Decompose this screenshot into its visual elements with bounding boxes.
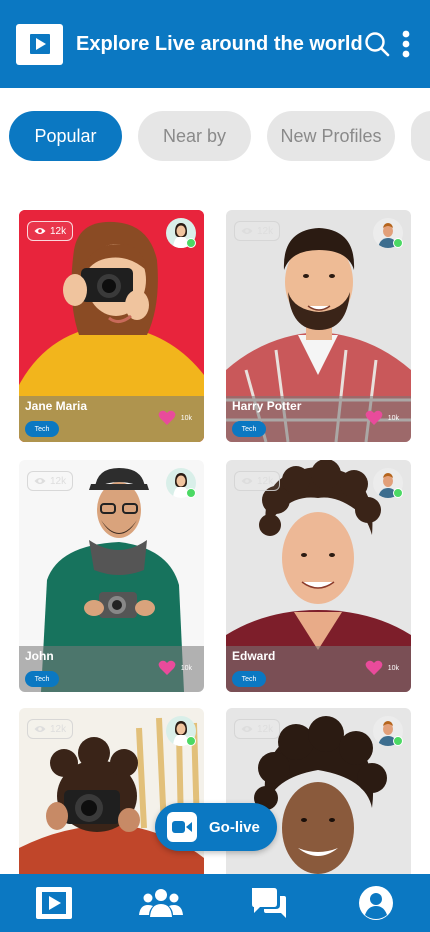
streamer-name: Edward — [232, 649, 276, 663]
eye-icon — [241, 726, 253, 732]
views-badge: 12k — [27, 719, 74, 739]
views-count: 12k — [50, 475, 67, 487]
online-indicator — [186, 238, 196, 248]
go-live-button[interactable]: Go-live — [155, 803, 277, 851]
streamer-name: John — [25, 649, 54, 663]
chip-popular[interactable]: Popular — [9, 111, 122, 161]
views-count: 12k — [257, 475, 274, 487]
bottom-navigation — [0, 874, 430, 932]
nav-chat-bubbles-icon[interactable] — [245, 879, 293, 927]
live-card[interactable]: 12k Jane Maria Tech 10k — [19, 210, 204, 442]
online-indicator — [186, 736, 196, 746]
likes-count: 10k — [387, 664, 399, 672]
live-card[interactable]: 12k Harry Potter Tech 10k — [226, 210, 411, 442]
live-card[interactable]: 12k John Tech 10k — [19, 460, 204, 692]
views-count: 12k — [50, 225, 67, 237]
likes-count: 10k — [387, 414, 399, 422]
views-badge: 12k — [27, 471, 74, 491]
heart-icon — [158, 410, 176, 425]
eye-icon — [34, 726, 46, 732]
likes[interactable]: 10k — [158, 410, 192, 426]
top-app-bar: Explore Live around the world — [0, 0, 430, 88]
online-indicator — [186, 488, 196, 498]
video-camera-icon — [167, 812, 197, 842]
heart-icon — [365, 660, 383, 675]
views-count: 12k — [50, 723, 67, 735]
likes-count: 10k — [180, 414, 192, 422]
go-live-label: Go-live — [209, 818, 260, 836]
eye-icon — [34, 228, 46, 234]
nav-users-group-icon[interactable] — [137, 879, 185, 927]
eye-icon — [241, 228, 253, 234]
online-indicator — [393, 238, 403, 248]
eye-icon — [241, 478, 253, 484]
nav-home-play-icon[interactable] — [30, 879, 78, 927]
streamer-name: Harry Potter — [232, 399, 302, 413]
online-indicator — [393, 736, 403, 746]
category-tag[interactable]: Tech — [232, 671, 266, 687]
heart-icon — [158, 660, 176, 675]
likes-count: 10k — [180, 664, 192, 672]
likes[interactable]: 10k — [365, 660, 399, 676]
chip-near-by[interactable]: Near by — [138, 111, 251, 161]
play-logo-icon[interactable] — [16, 23, 63, 65]
category-tag[interactable]: Tech — [25, 421, 59, 437]
filter-chips: Popular Near by New Profiles — [9, 111, 430, 161]
chip-new-profiles[interactable]: New Profiles — [267, 111, 395, 161]
views-count: 12k — [257, 723, 274, 735]
heart-icon — [365, 410, 383, 425]
category-tag[interactable]: Tech — [25, 671, 59, 687]
likes[interactable]: 10k — [365, 410, 399, 426]
views-badge: 12k — [234, 471, 281, 491]
views-badge: 12k — [234, 719, 281, 739]
nav-profile-icon[interactable] — [352, 879, 400, 927]
views-count: 12k — [257, 225, 274, 237]
views-badge: 12k — [27, 221, 74, 241]
views-badge: 12k — [234, 221, 281, 241]
online-indicator — [393, 488, 403, 498]
search-icon[interactable] — [363, 29, 391, 59]
streamer-name: Jane Maria — [25, 399, 88, 413]
page-title: Explore Live around the world — [76, 32, 363, 55]
likes[interactable]: 10k — [158, 660, 192, 676]
category-tag[interactable]: Tech — [232, 421, 266, 437]
more-vertical-icon[interactable] — [401, 29, 412, 59]
live-card[interactable]: 12k Edward Tech 10k — [226, 460, 411, 692]
app-screen: Explore Live around the world Popular Ne… — [0, 0, 430, 932]
chip-more[interactable] — [411, 111, 430, 161]
eye-icon — [34, 478, 46, 484]
